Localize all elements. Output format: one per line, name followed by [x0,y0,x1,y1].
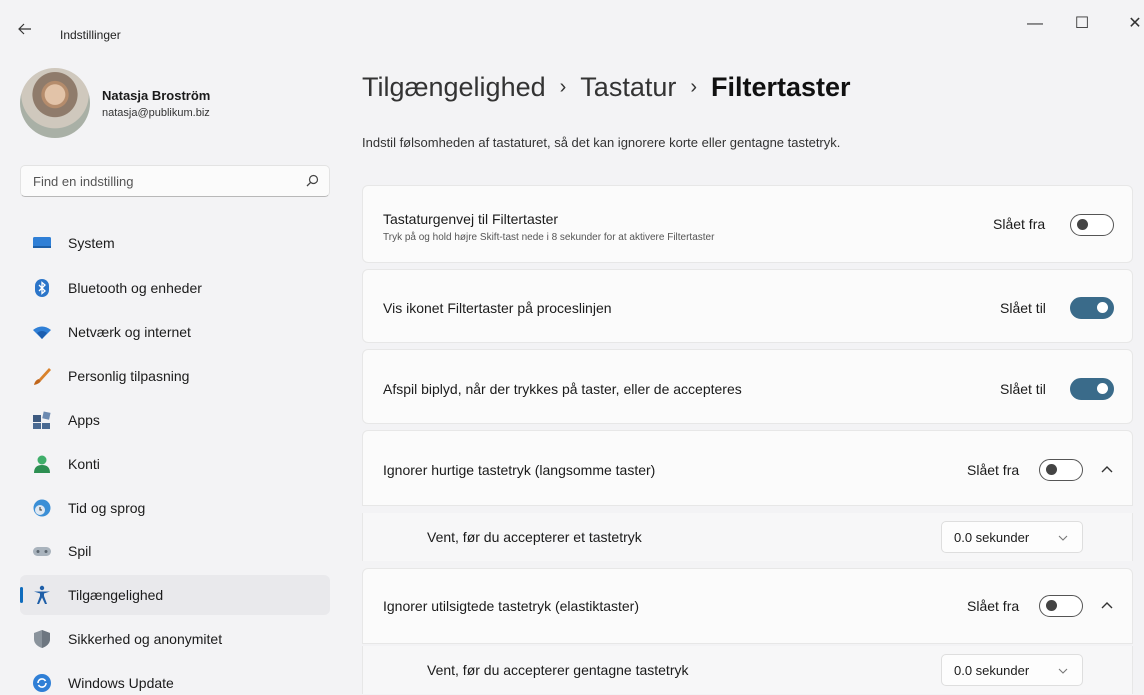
update-icon [33,674,51,692]
shortcut-toggle[interactable] [1070,214,1114,236]
page-title: Filtertaster [711,72,851,102]
sidebar-item-personalization[interactable]: Personlig tilpasning [20,356,330,396]
toggle-state-label: Slået fra [967,462,1020,478]
setting-description: Tryk på og hold højre Skift-tast nede i … [383,232,715,243]
breadcrumb-separator: › [690,76,698,98]
sidebar-item-label: Windows Update [68,675,174,691]
sidebar-item-gaming[interactable]: Spil [20,531,330,571]
sidebar-item-label: Spil [68,543,92,559]
chevron-down-icon [1058,535,1068,541]
search-box[interactable] [20,165,330,197]
bounce-keys-toggle[interactable] [1039,595,1083,617]
beep-toggle[interactable] [1070,378,1114,400]
search-icon[interactable] [305,174,319,188]
sidebar-item-label: Netværk og internet [68,324,191,340]
toggle-knob [1046,600,1057,611]
setting-card-bounce-keys[interactable]: Ignorer utilsigtede tastetryk (elastikta… [362,568,1133,644]
user-email: natasja@publikum.biz [102,107,210,119]
accessibility-icon [34,585,50,604]
toggle-state-label: Slået til [1000,381,1046,397]
monitor-icon [33,237,51,248]
toggle-state-label: Slået fra [993,216,1046,232]
toggle-knob [1097,302,1108,313]
show-icon-toggle[interactable] [1070,297,1114,319]
toggle-state-label: Slået til [1000,300,1046,316]
minimize-button[interactable]: — [1021,12,1049,36]
close-button[interactable]: ✕ [1121,12,1144,36]
sidebar-item-accounts[interactable]: Konti [20,444,330,484]
slow-keys-delay-select[interactable]: 0.0 sekunder [941,521,1083,553]
sidebar-item-network[interactable]: Netværk og internet [20,312,330,352]
setting-title: Afspil biplyd, når der trykkes på taster… [383,381,742,397]
chevron-up-icon[interactable] [1099,598,1115,614]
chevron-up-icon[interactable] [1099,462,1115,478]
back-button[interactable] [18,22,38,42]
brush-icon [34,368,51,385]
sidebar-item-label: Bluetooth og enheder [68,280,202,296]
setting-card-shortcut: Tastaturgenvej til Filtertaster Tryk på … [362,185,1133,263]
app-title: Indstillinger [60,28,121,42]
sidebar-item-label: Konti [68,456,100,472]
person-icon [34,455,50,473]
page-description: Indstil følsomheden af tastaturet, så de… [362,135,841,150]
setting-card-beep: Afspil biplyd, når der trykkes på taster… [362,349,1133,424]
sub-setting-label: Vent, før du accepterer gentagne tastetr… [427,662,689,678]
slow-keys-subsetting: Vent, før du accepterer et tastetryk 0.0… [362,513,1133,561]
toggle-knob [1077,219,1088,230]
breadcrumb-item-accessibility[interactable]: Tilgængelighed [362,72,546,102]
toggle-state-label: Slået fra [967,598,1020,614]
user-name: Natasja Broström [102,88,211,103]
setting-title: Ignorer utilsigtede tastetryk (elastikta… [383,598,639,614]
sidebar-item-security[interactable]: Sikkerhed og anonymitet [20,619,330,659]
sidebar-item-accessibility[interactable]: Tilgængelighed [20,575,330,615]
globe-clock-icon [33,499,51,517]
breadcrumb-item-keyboard[interactable]: Tastatur [580,72,676,102]
back-arrow-icon [18,23,31,35]
avatar[interactable] [20,68,90,138]
gamepad-icon [33,547,51,556]
sidebar-item-label: Sikkerhed og anonymitet [68,631,223,647]
breadcrumb-separator: › [559,76,567,98]
bounce-keys-subsetting: Vent, før du accepterer gentagne tastetr… [362,646,1133,694]
toggle-knob [1097,383,1108,394]
setting-title: Ignorer hurtige tastetryk (langsomme tas… [383,462,656,478]
select-value: 0.0 sekunder [954,663,1030,678]
bounce-keys-delay-select[interactable]: 0.0 sekunder [941,654,1083,686]
sidebar-item-label: Personlig tilpasning [68,368,190,384]
apps-icon [33,411,51,429]
setting-title: Vis ikonet Filtertaster på proceslinjen [383,300,612,316]
sub-setting-label: Vent, før du accepterer et tastetryk [427,529,642,545]
sidebar-item-time-language[interactable]: Tid og sprog [20,488,330,528]
sidebar-item-label: Apps [68,412,100,428]
setting-card-show-icon: Vis ikonet Filtertaster på proceslinjen … [362,269,1133,343]
bluetooth-icon [35,279,49,297]
search-input[interactable] [33,166,303,196]
wifi-icon [33,326,51,339]
setting-title: Tastaturgenvej til Filtertaster [383,211,559,227]
breadcrumb: Tilgængelighed › Tastatur › Filtertaster [362,72,851,103]
sidebar-item-label: System [68,235,115,251]
chevron-down-icon [1058,668,1068,674]
sidebar-item-bluetooth[interactable]: Bluetooth og enheder [20,268,330,308]
maximize-button[interactable]: ☐ [1068,12,1096,36]
active-indicator [20,587,23,603]
sidebar-item-apps[interactable]: Apps [20,400,330,440]
sidebar-item-label: Tid og sprog [68,500,146,516]
slow-keys-toggle[interactable] [1039,459,1083,481]
select-value: 0.0 sekunder [954,530,1030,545]
setting-card-slow-keys[interactable]: Ignorer hurtige tastetryk (langsomme tas… [362,430,1133,506]
shield-icon [34,630,50,648]
sidebar-item-label: Tilgængelighed [68,587,164,603]
title-bar: Indstillinger — ☐ ✕ [0,0,1144,60]
sidebar-item-windows-update[interactable]: Windows Update [20,663,330,695]
sidebar-item-system[interactable]: System [20,223,330,263]
toggle-knob [1046,464,1057,475]
